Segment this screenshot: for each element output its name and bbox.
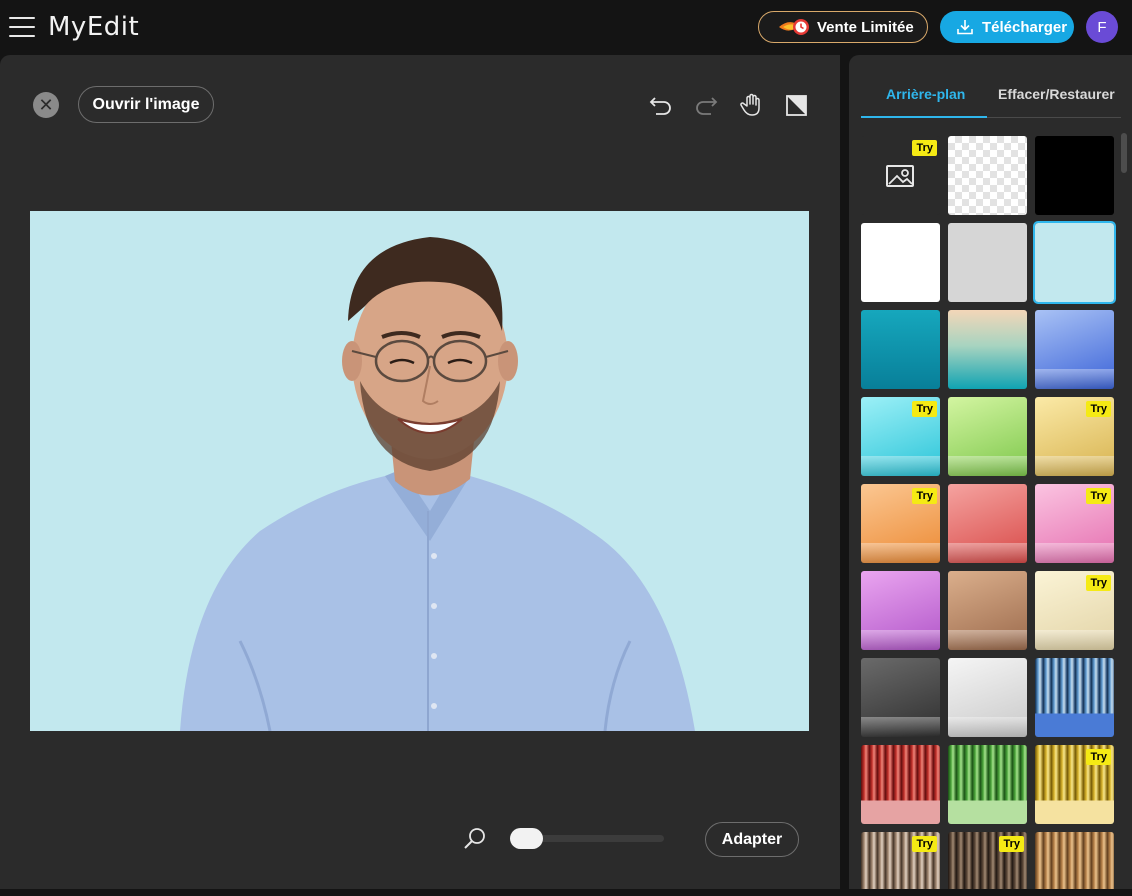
swatch-yellow-room[interactable]: Try — [1035, 397, 1114, 476]
swatch-white-room[interactable] — [948, 658, 1027, 737]
swatch-cyan-room[interactable]: Try — [861, 397, 940, 476]
try-badge: Try — [912, 140, 937, 156]
close-icon[interactable]: ✕ — [33, 92, 59, 118]
user-avatar[interactable]: F — [1086, 11, 1118, 43]
compare-icon[interactable] — [784, 92, 810, 118]
sale-label: Vente Limitée — [817, 18, 914, 36]
swatch-cream-room[interactable]: Try — [1035, 571, 1114, 650]
swatch-orange-room[interactable]: Try — [861, 484, 940, 563]
swatch-green-room[interactable] — [948, 397, 1027, 476]
swatch-pink-room[interactable]: Try — [1035, 484, 1114, 563]
download-button[interactable]: Télécharger — [940, 11, 1074, 43]
zoom-icon — [462, 826, 488, 852]
swatch-upload-image[interactable]: Try — [861, 136, 940, 215]
swatch-peach-teal[interactable] — [948, 310, 1027, 389]
try-badge: Try — [1086, 401, 1111, 417]
swatch-blue-room[interactable] — [1035, 310, 1114, 389]
swatch-red-curtain[interactable] — [861, 745, 940, 824]
swatch-transparent[interactable] — [948, 136, 1027, 215]
swatch-light-gray[interactable] — [948, 223, 1027, 302]
swatch-light-cyan[interactable] — [1033, 221, 1116, 304]
swatch-brown-room[interactable] — [948, 571, 1027, 650]
try-badge: Try — [912, 401, 937, 417]
swatch-blue-curtain[interactable] — [1035, 658, 1114, 737]
swatch-teal[interactable] — [861, 310, 940, 389]
app-logo[interactable]: MyEdit — [48, 12, 139, 42]
try-badge: Try — [1086, 575, 1111, 591]
redo-icon[interactable] — [693, 92, 719, 118]
image-canvas[interactable] — [30, 211, 809, 731]
background-panel: Arrière-plan Effacer/Restaurer Try Try T… — [849, 55, 1132, 889]
swatch-wood-curtain-2[interactable]: Try — [948, 832, 1027, 889]
swatch-dark-gray-room[interactable] — [861, 658, 940, 737]
menu-icon[interactable] — [9, 17, 35, 37]
swatch-wood-curtain-1[interactable]: Try — [861, 832, 940, 889]
hand-icon[interactable] — [739, 92, 765, 118]
download-label: Télécharger — [982, 18, 1068, 36]
portrait-image — [30, 211, 809, 731]
swatch-green-curtain[interactable] — [948, 745, 1027, 824]
fit-button[interactable]: Adapter — [705, 822, 799, 857]
top-bar: MyEdit Vente Limitée Télécharger F — [0, 0, 1132, 55]
editor-area: ✕ Ouvrir l'image Adapter — [0, 55, 840, 889]
undo-icon[interactable] — [648, 92, 674, 118]
swatch-red-room[interactable] — [948, 484, 1027, 563]
panel-scrollbar[interactable] — [1121, 133, 1127, 173]
tab-background[interactable]: Arrière-plan — [886, 86, 965, 102]
download-icon — [957, 20, 973, 35]
try-badge: Try — [999, 836, 1024, 852]
swatch-gold-curtain[interactable]: Try — [1035, 745, 1114, 824]
open-image-button[interactable]: Ouvrir l'image — [78, 86, 214, 123]
tab-erase-restore[interactable]: Effacer/Restaurer — [998, 86, 1115, 102]
try-badge: Try — [912, 488, 937, 504]
active-tab-indicator — [861, 116, 987, 118]
try-badge: Try — [1086, 749, 1111, 765]
swatch-white[interactable] — [861, 223, 940, 302]
swatch-black[interactable] — [1035, 136, 1114, 215]
try-badge: Try — [1086, 488, 1111, 504]
swatch-wood-curtain-3[interactable] — [1035, 832, 1114, 889]
limited-sale-button[interactable]: Vente Limitée — [758, 11, 928, 43]
flame-clock-icon — [777, 17, 811, 37]
swatch-purple-room[interactable] — [861, 571, 940, 650]
try-badge: Try — [912, 836, 937, 852]
zoom-slider-handle[interactable] — [510, 828, 543, 849]
image-upload-icon — [886, 165, 914, 187]
